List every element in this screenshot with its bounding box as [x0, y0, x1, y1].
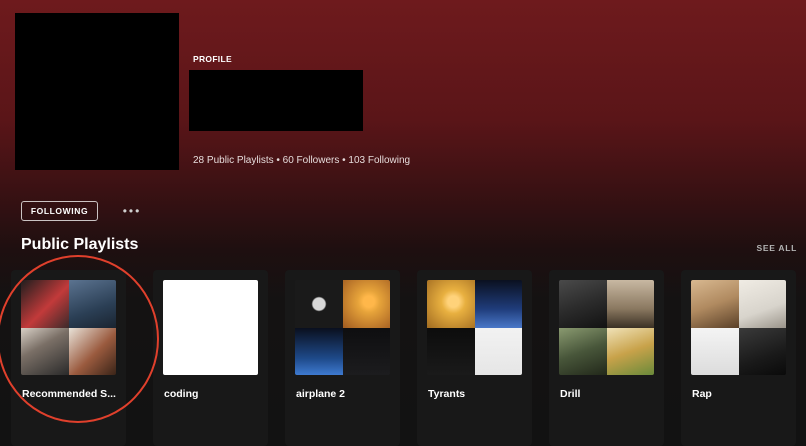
- cover-tile: [21, 280, 69, 328]
- playlist-cover: [559, 280, 654, 375]
- playlist-title: coding: [164, 388, 199, 400]
- playlist-title: Rap: [692, 388, 712, 400]
- cover-tile: [606, 327, 654, 375]
- cover-tile: [606, 280, 654, 328]
- profile-stats: 28 Public Playlists • 60 Followers • 103…: [193, 155, 411, 166]
- cover-tile: [295, 280, 343, 328]
- playlist-title: Recommended S...: [22, 388, 116, 400]
- cover-tile: [427, 327, 475, 375]
- section-title: Public Playlists: [21, 236, 139, 253]
- profile-type-label: PROFILE: [193, 54, 232, 64]
- playlist-title: airplane 2: [296, 388, 346, 400]
- profile-page: PROFILE 28 Public Playlists • 60 Followe…: [0, 0, 806, 446]
- playlist-card[interactable]: Drill: [549, 270, 664, 446]
- profile-avatar-redacted: [15, 13, 179, 170]
- playlist-card[interactable]: airplane 2: [285, 270, 400, 446]
- see-all-link[interactable]: SEE ALL: [757, 243, 797, 253]
- cover-tile: [559, 327, 607, 375]
- cover-tile: [691, 280, 739, 328]
- cover-tile: [738, 280, 786, 328]
- playlist-card[interactable]: Recommended S...: [11, 270, 126, 446]
- cover-tile: [295, 327, 343, 375]
- cover-tile: [68, 280, 116, 328]
- cover-tile: [474, 327, 522, 375]
- more-options-icon[interactable]: •••: [120, 203, 144, 219]
- cover-tile: [559, 280, 607, 328]
- playlist-cover: [295, 280, 390, 375]
- playlist-row: Recommended S... coding airplane 2 Tyran…: [11, 270, 806, 446]
- playlist-cover: [691, 280, 786, 375]
- cover-tile: [427, 280, 475, 328]
- playlist-card[interactable]: Rap: [681, 270, 796, 446]
- playlist-cover: [163, 280, 258, 375]
- cover-tile: [738, 327, 786, 375]
- playlist-title: Drill: [560, 388, 581, 400]
- cover-tile: [342, 280, 390, 328]
- cover-tile: [474, 280, 522, 328]
- playlist-card[interactable]: coding: [153, 270, 268, 446]
- following-button[interactable]: FOLLOWING: [21, 201, 98, 221]
- cover-tile: [342, 327, 390, 375]
- cover-tile: [691, 327, 739, 375]
- playlist-card[interactable]: Tyrants: [417, 270, 532, 446]
- profile-name-redacted: [189, 70, 363, 131]
- playlist-title: Tyrants: [428, 388, 466, 400]
- playlist-cover: [427, 280, 522, 375]
- cover-tile: [68, 327, 116, 375]
- cover-tile: [21, 327, 69, 375]
- playlist-cover: [21, 280, 116, 375]
